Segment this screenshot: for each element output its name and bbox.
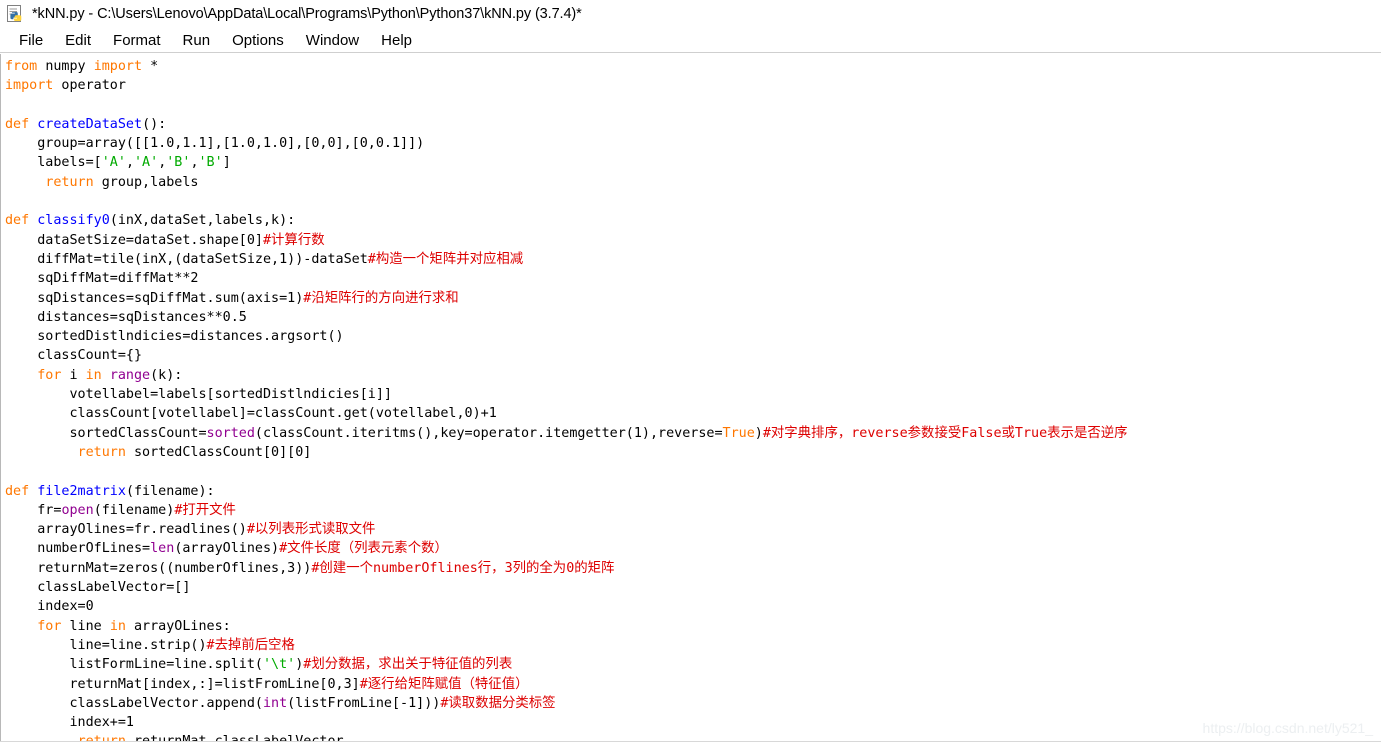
- menu-item-window[interactable]: Window: [295, 32, 370, 49]
- code-line: numberOfLines=len(arrayOlines)#文件长度（列表元素…: [5, 541, 448, 557]
- code-line: index+=1: [5, 715, 134, 731]
- code-line: listFormLine=line.split('\t')#划分数据，求出关于特…: [5, 657, 513, 673]
- code-line: distances=sqDistances**0.5: [5, 309, 247, 325]
- code-line: for i in range(k):: [37, 367, 183, 383]
- code-line: votellabel=labels[sortedDistlndicies[i]]: [5, 387, 392, 403]
- code-line: def file2matrix(filename):: [5, 483, 215, 499]
- code-editor-area[interactable]: from numpy import * import operator def c…: [0, 54, 1381, 742]
- window-title-bar: *kNN.py - C:\Users\Lenovo\AppData\Local\…: [0, 0, 1381, 28]
- code-line: return sortedClassCount[0][0]: [77, 444, 312, 460]
- code-line: sqDiffMat=diffMat**2: [5, 271, 199, 287]
- code-line: returnMat=zeros((numberOflines,3))#创建一个n…: [5, 560, 615, 576]
- editor-left-border: [0, 54, 1, 742]
- code-line: from numpy import *: [5, 59, 159, 74]
- menu-item-format[interactable]: Format: [102, 32, 172, 49]
- code-line: returnMat[index,:]=listFromLine[0,3]#逐行给…: [5, 676, 529, 692]
- code-line: index=0: [5, 599, 94, 615]
- code-line: group=array([[1.0,1.1],[1.0,1.0],[0,0],[…: [5, 136, 425, 152]
- menu-item-run[interactable]: Run: [172, 32, 222, 49]
- window-title-text: *kNN.py - C:\Users\Lenovo\AppData\Local\…: [32, 6, 582, 22]
- code-line: dataSetSize=dataSet.shape[0]#计算行数: [5, 232, 325, 248]
- code-line: sortedDistlndicies=distances.argsort(): [5, 329, 344, 345]
- menu-item-file[interactable]: File: [8, 32, 54, 49]
- code-line: def classify0(inX,dataSet,labels,k):: [5, 213, 296, 229]
- code-line: return group,labels: [45, 174, 199, 190]
- code-line: sqDistances=sqDiffMat.sum(axis=1)#沿矩阵行的方…: [5, 290, 459, 306]
- code-line: labels=['A','A','B','B']: [5, 155, 231, 171]
- code-line: classLabelVector.append(int(listFromLine…: [5, 695, 556, 711]
- code-line: classCount={}: [5, 348, 143, 364]
- menu-bar: File Edit Format Run Options Window Help: [0, 28, 1381, 53]
- code-line: diffMat=tile(inX,(dataSetSize,1))-dataSe…: [5, 251, 524, 267]
- watermark-text: https://blog.csdn.net/ly521_: [1202, 720, 1373, 736]
- menu-item-edit[interactable]: Edit: [54, 32, 102, 49]
- code-line: for line in arrayOLines:: [37, 618, 231, 634]
- code-line: fr=open(filename)#打开文件: [5, 502, 236, 518]
- code-line: classCount[votellabel]=classCount.get(vo…: [5, 406, 497, 422]
- python-file-icon: [6, 4, 26, 24]
- code-line: line=line.strip()#去掉前后空格: [5, 637, 295, 653]
- code-line: arrayOlines=fr.readlines()#以列表形式读取文件: [5, 522, 376, 538]
- code-line: sortedClassCount=sorted(classCount.iteri…: [5, 425, 1128, 441]
- code-line: def createDataSet():: [5, 116, 167, 132]
- code-line: import operator: [5, 78, 126, 94]
- code-line: classLabelVector=[]: [5, 580, 191, 596]
- menu-item-help[interactable]: Help: [370, 32, 423, 49]
- code-text[interactable]: from numpy import * import operator def c…: [5, 57, 1381, 742]
- menu-item-options[interactable]: Options: [221, 32, 295, 49]
